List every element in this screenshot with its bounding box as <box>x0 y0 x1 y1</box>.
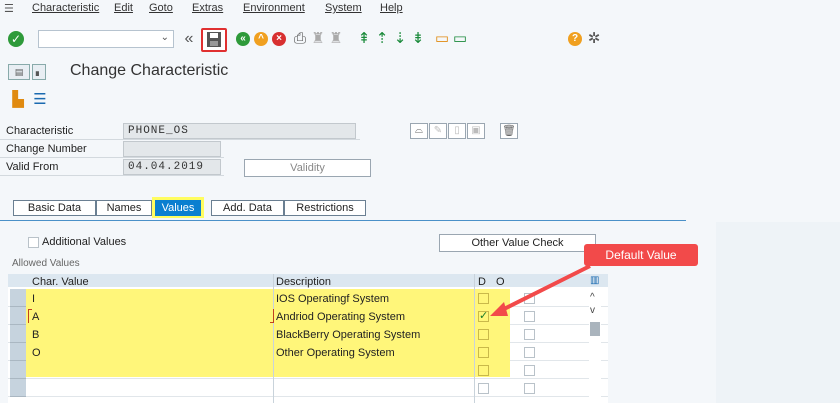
cell-focus-marker <box>28 309 32 323</box>
help-icon[interactable]: ? <box>568 32 582 46</box>
tab-underline <box>0 220 686 221</box>
find-icon[interactable]: ♜ <box>310 29 326 49</box>
description-cell[interactable]: Andriod Operating System <box>276 311 405 323</box>
additional-values-checkbox[interactable] <box>28 237 39 248</box>
allowed-values-label: Allowed Values <box>12 258 80 269</box>
delete-icon[interactable]: 🗑 <box>500 123 518 139</box>
char-value-cell[interactable]: O <box>32 347 41 359</box>
valid-from-field[interactable]: 04.04.2019 <box>123 159 221 175</box>
list-icon[interactable]: ☰ <box>32 90 48 110</box>
new-icon[interactable]: ▯ <box>448 123 466 139</box>
row-selector[interactable] <box>10 379 26 397</box>
menu-goto[interactable]: Goto <box>149 2 173 14</box>
edit-icon[interactable]: ✎ <box>429 123 447 139</box>
classification-icon[interactable]: ▙ <box>10 90 26 110</box>
row-selector[interactable] <box>10 361 26 379</box>
description-cell[interactable]: IOS Operatingf System <box>276 293 389 305</box>
menu-logo-icon[interactable]: ☰ <box>4 2 18 15</box>
default-checkbox-checked[interactable]: ✓ <box>478 311 489 322</box>
tab-add-data[interactable]: Add. Data <box>211 200 284 216</box>
o-checkbox[interactable] <box>524 383 535 394</box>
last-page-icon[interactable]: ⇟ <box>410 29 426 49</box>
copy-icon[interactable]: ▣ <box>467 123 485 139</box>
save-button[interactable] <box>201 28 227 52</box>
o-checkbox[interactable] <box>524 365 535 376</box>
characteristic-label: Characteristic <box>6 125 74 137</box>
chevron-down-icon[interactable]: ⌄ <box>161 32 169 43</box>
first-page-icon[interactable]: ⇞ <box>356 29 372 49</box>
tab-names[interactable]: Names <box>96 200 152 216</box>
right-pane <box>716 222 840 403</box>
menu-system[interactable]: System <box>325 2 362 14</box>
menu-environment[interactable]: Environment <box>243 2 305 14</box>
char-value-cell[interactable]: I <box>32 293 35 305</box>
settings-icon[interactable]: ✲ <box>585 29 603 49</box>
tab-restrictions[interactable]: Restrictions <box>284 200 366 216</box>
command-field[interactable]: ⌄ <box>38 30 174 48</box>
characteristic-field: PHONE_OS <box>123 123 356 139</box>
create-session-icon[interactable]: ▭ <box>434 29 450 49</box>
validity-button[interactable]: Validity <box>244 159 371 177</box>
divider <box>0 175 224 176</box>
char-value-cell[interactable]: B <box>32 329 39 341</box>
divider <box>0 157 224 158</box>
column-header-d[interactable]: D <box>478 276 486 288</box>
next-page-icon[interactable]: ⇣ <box>392 29 408 49</box>
exit-icon[interactable]: ^ <box>254 32 268 46</box>
row-selector[interactable] <box>10 307 26 325</box>
row-selector[interactable] <box>10 343 26 361</box>
other-value-check-button[interactable]: Other Value Check <box>439 234 596 252</box>
glasses-icon[interactable]: ⌓ <box>410 123 428 139</box>
back-icon[interactable]: « <box>236 32 250 46</box>
divider <box>0 139 360 140</box>
additional-values-label: Additional Values <box>42 236 127 248</box>
row-selector[interactable] <box>10 289 26 307</box>
rows-highlight <box>26 289 510 377</box>
row-selector[interactable] <box>10 325 26 343</box>
change-number-field[interactable] <box>123 141 221 157</box>
default-checkbox[interactable] <box>478 347 489 358</box>
default-checkbox[interactable] <box>478 383 489 394</box>
column-divider <box>474 274 475 403</box>
char-value-cell[interactable]: A <box>32 311 39 323</box>
tab-values[interactable]: Values <box>155 200 201 216</box>
other-object-icon[interactable]: ▖ <box>32 64 46 80</box>
display-change-icon[interactable]: ▤ <box>8 64 30 80</box>
column-divider <box>273 274 274 403</box>
tab-basic-data[interactable]: Basic Data <box>13 200 96 216</box>
menu-help[interactable]: Help <box>380 2 403 14</box>
menu-extras[interactable]: Extras <box>192 2 223 14</box>
page-title: Change Characteristic <box>70 62 229 79</box>
valid-from-label: Valid From <box>6 161 59 173</box>
menu-characteristic[interactable]: Characteristic <box>32 2 99 14</box>
table-row[interactable] <box>8 379 608 397</box>
o-checkbox[interactable] <box>524 329 535 340</box>
column-header-char-value[interactable]: Char. Value <box>32 276 89 288</box>
scroll-thumb[interactable] <box>590 322 600 336</box>
menu-edit[interactable]: Edit <box>114 2 133 14</box>
print-icon[interactable]: ⎙ <box>292 29 308 49</box>
cancel-icon[interactable]: × <box>272 32 286 46</box>
shortcut-icon[interactable]: ▭ <box>452 29 468 49</box>
check-icon[interactable]: ✓ <box>8 31 24 47</box>
cell-focus-marker <box>270 309 274 323</box>
default-checkbox[interactable] <box>478 293 489 304</box>
prev-page-icon[interactable]: ⇡ <box>374 29 390 49</box>
default-value-callout: Default Value <box>584 244 698 266</box>
default-checkbox[interactable] <box>478 365 489 376</box>
save-icon <box>207 32 221 47</box>
back-double-icon[interactable]: « <box>178 29 200 49</box>
column-header-description[interactable]: Description <box>276 276 331 288</box>
description-cell[interactable]: Other Operating System <box>276 347 395 359</box>
find-next-icon[interactable]: ♜ <box>328 29 344 49</box>
callout-arrow <box>490 264 591 316</box>
o-checkbox[interactable] <box>524 347 535 358</box>
change-number-label: Change Number <box>6 143 87 155</box>
description-cell[interactable]: BlackBerry Operating System <box>276 329 420 341</box>
default-checkbox[interactable] <box>478 329 489 340</box>
